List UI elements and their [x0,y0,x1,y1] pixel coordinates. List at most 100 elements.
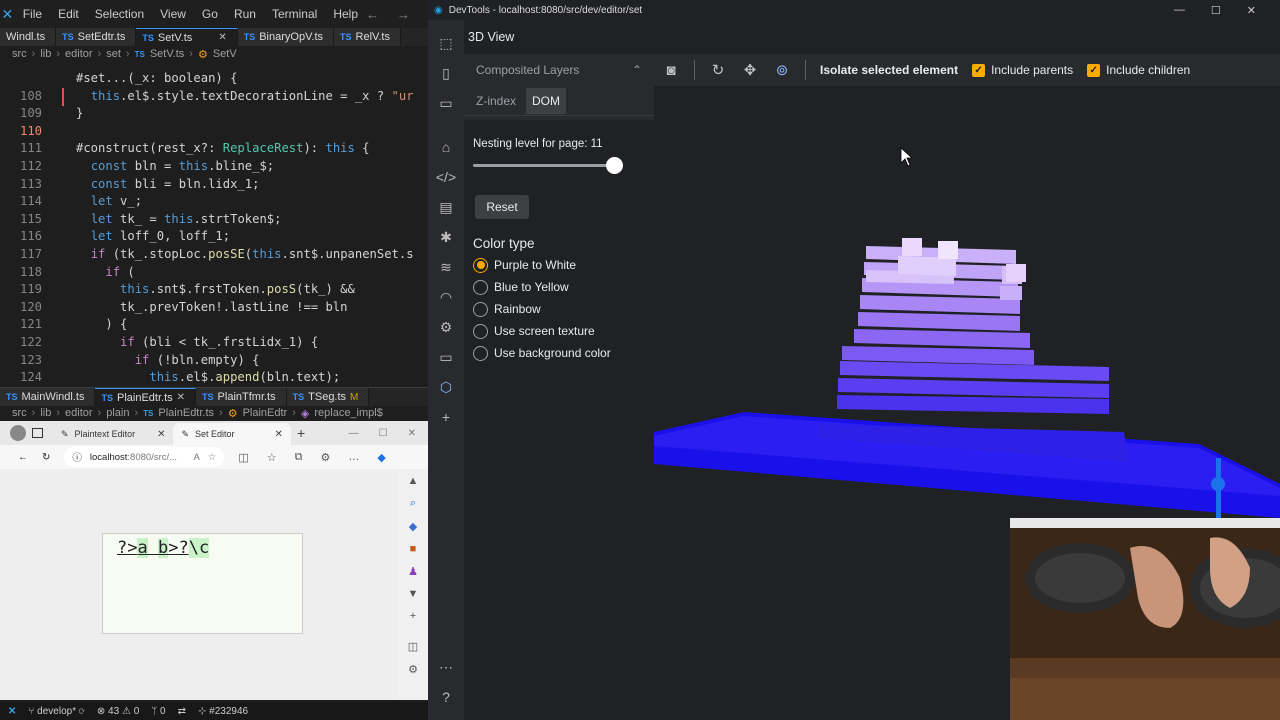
breadcrumb-item[interactable]: SetV.ts [150,48,184,60]
pr-item[interactable]: ⊹ #232946 [198,706,248,717]
radio-purple-to-white[interactable]: Purple to White [473,257,611,273]
tab-relv[interactable]: TS RelV.ts [334,28,401,46]
tab-binaryopv[interactable]: TS BinaryOpV.ts [237,28,335,46]
tab-windl[interactable]: Windl.ts [0,28,57,46]
home-icon[interactable]: ⌂ [436,138,456,156]
include-parents-checkbox[interactable]: ✓ Include parents [972,63,1073,77]
breadcrumb-item[interactable]: plain [106,407,129,419]
games-icon[interactable]: ♟ [408,565,418,578]
back-icon[interactable]: ← [18,452,28,463]
performance-icon[interactable]: ◠ [436,288,456,306]
tab-setedtr[interactable]: TS SetEdtr.ts [56,28,137,46]
close-window-icon[interactable]: ✕ [1247,4,1256,17]
add-icon[interactable]: + [410,610,416,622]
sidebar-toggle-icon[interactable]: ◫ [408,640,418,653]
collections-icon[interactable]: ⧉ [295,451,303,464]
nesting-slider-handle[interactable] [606,157,623,174]
console-icon[interactable]: ▤ [436,198,456,216]
maximize-icon[interactable]: ☐ [379,428,388,439]
more-icon[interactable]: … [348,451,359,464]
pan-icon[interactable]: ✥ [741,61,759,79]
more-tools-icon[interactable]: + [436,408,456,426]
breadcrumb-item[interactable]: editor [65,48,93,60]
favorites-icon[interactable]: ☆ [267,451,277,464]
radio-background-color[interactable]: Use background color [473,345,611,361]
tab-plainedtr[interactable]: TS PlainEdtr.ts ✕ [95,388,197,406]
split-screen-icon[interactable]: ◫ [238,451,248,464]
radio-blue-to-yellow[interactable]: Blue to Yellow [473,279,611,295]
pivot-handle[interactable] [1211,477,1225,491]
new-tab-icon[interactable]: + [297,425,305,441]
breadcrumb-item[interactable]: src [12,407,27,419]
reset-button[interactable]: Reset [475,195,529,219]
breadcrumb-item[interactable]: PlainEdtr.ts [158,407,214,419]
refresh-icon[interactable]: ↻ [42,452,50,463]
set-editor-text[interactable]: ?>a b>?\c [117,538,210,558]
ports-item[interactable]: ᛘ 0 [151,706,165,717]
tag-icon[interactable]: ◆ [409,520,417,533]
breadcrumb-item[interactable]: src [12,48,27,60]
inspect-icon[interactable]: ⬚ [436,34,456,52]
problems-item[interactable]: ⊗ 43 ⚠ 0 [97,706,139,717]
forward-arrow-icon[interactable]: → [397,7,410,22]
isolate-selected-label[interactable]: Isolate selected element [820,63,958,77]
menu-view[interactable]: View [152,7,194,21]
panel-icon[interactable]: ▭ [436,94,456,112]
reset-view-icon[interactable]: ⊚ [773,61,791,79]
tab-actions-icon[interactable] [32,428,43,438]
radio-rainbow[interactable]: Rainbow [473,301,611,317]
extension-icon[interactable]: ⚙ [321,451,331,464]
close-icon[interactable]: ✕ [275,429,283,440]
tab-tseg[interactable]: TS TSeg.ts M [286,388,370,406]
address-bar[interactable]: ⓘ localhost:8080/src/... A ☆ [64,447,225,467]
set-editor-box[interactable]: ?>a b>?\c [102,533,303,634]
breadcrumb-item[interactable]: lib [40,407,51,419]
tab-dom[interactable]: DOM [526,87,567,114]
menu-help[interactable]: Help [325,7,366,21]
maximize-icon[interactable]: ☐ [1211,4,1221,17]
breadcrumb-item[interactable]: SetV [213,48,237,60]
breadcrumb-item[interactable]: PlainEdtr [243,407,288,419]
composited-layers-header[interactable]: Composited Layers ⌃ [464,54,654,86]
camera-icon[interactable]: ◙ [662,61,680,79]
network-icon[interactable]: ≋ [436,258,456,276]
breadcrumb-item[interactable]: editor [65,407,93,419]
menu-selection[interactable]: Selection [87,7,152,21]
sync-icon[interactable]: ⇄ [178,706,186,717]
settings-icon[interactable]: ⚙ [408,663,418,676]
application-icon[interactable]: ▭ [436,348,456,366]
sources-bug-icon[interactable]: ✱ [436,228,456,246]
scroll-down-icon[interactable]: ▼ [408,588,419,600]
include-children-checkbox[interactable]: ✓ Include children [1087,63,1190,77]
tab-z-index[interactable]: Z-index [470,88,522,114]
menu-run[interactable]: Run [226,7,264,21]
tab-setv[interactable]: TS SetV.ts ✕ [136,28,238,46]
breadcrumb-item[interactable]: lib [40,48,51,60]
read-aloud-icon[interactable]: A [194,452,200,463]
branch-item[interactable]: ⑂ develop* ⟳ [28,706,84,717]
toolbox-icon[interactable]: ■ [410,543,417,555]
close-window-icon[interactable]: ✕ [408,428,416,439]
elements-icon[interactable]: </> [436,168,456,186]
remote-icon[interactable]: ✕ [8,706,16,717]
rotate-icon[interactable]: ↻ [709,61,727,79]
menu-edit[interactable]: Edit [50,7,87,21]
menu-go[interactable]: Go [194,7,226,21]
tab-plaintfmr[interactable]: TS PlainTfmr.ts [196,388,287,406]
3d-view-icon[interactable]: ⬡ [436,378,456,396]
menu-terminal[interactable]: Terminal [264,7,325,21]
browser-tab-plaintext[interactable]: ✎ Plaintext Editor ✕ [53,423,173,445]
minimize-icon[interactable]: — [349,428,359,439]
memory-icon[interactable]: ⚙ [436,318,456,336]
device-emulation-icon[interactable]: ▯ [436,64,456,82]
close-icon[interactable]: ✕ [177,392,185,403]
more-icon[interactable]: ⋯ [436,658,456,676]
search-icon[interactable]: ⌕ [410,497,416,510]
profile-avatar[interactable] [10,425,26,441]
favorite-icon[interactable]: ☆ [208,452,217,463]
tab-mainwindl[interactable]: TS MainWindl.ts [0,388,96,406]
menu-file[interactable]: File [15,7,50,21]
copilot-icon[interactable]: ◆ [377,451,385,464]
code-editor[interactable]: #set...(_x: boolean) {108 this.el$.style… [0,70,428,387]
close-icon[interactable]: ✕ [218,32,226,43]
